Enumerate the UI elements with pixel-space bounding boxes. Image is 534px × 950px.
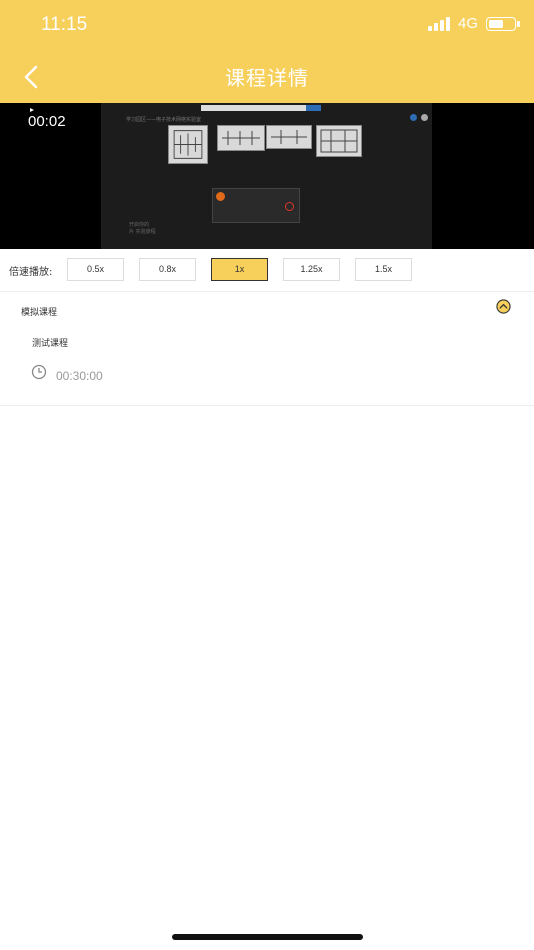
frame-thumbnail-4 bbox=[316, 125, 362, 157]
page-title: 课程详情 bbox=[225, 66, 309, 90]
home-indicator bbox=[172, 934, 363, 940]
status-time: 11:15 bbox=[41, 14, 88, 35]
frame-record-button bbox=[285, 202, 294, 211]
speed-option-0.5x[interactable]: 0.5x bbox=[67, 258, 124, 281]
frame-searchbar bbox=[201, 105, 321, 111]
collapse-button[interactable] bbox=[496, 299, 511, 314]
header-bar: 11:15 4G 课程详情 bbox=[0, 0, 534, 103]
network-type: 4G bbox=[457, 15, 478, 32]
speed-option-1.25x[interactable]: 1.25x bbox=[283, 258, 340, 281]
frame-recorder-window bbox=[212, 188, 300, 223]
frame-thumbnail-1 bbox=[168, 125, 208, 164]
video-frame: 学习园区——电子技术网络实验室 开启你的 片 实验旅程 bbox=[101, 103, 432, 249]
frame-badge-blue bbox=[410, 114, 417, 121]
signal-icon bbox=[427, 16, 450, 31]
chevron-up-circle-icon bbox=[496, 299, 511, 314]
video-player[interactable]: 00:02 学习园区——电子技术网络实验室 开启你的 片 实验旅程 bbox=[0, 103, 534, 249]
frame-recorder-logo bbox=[216, 192, 225, 201]
frame-heading: 学习园区——电子技术网络实验室 bbox=[126, 117, 202, 123]
frame-thumbnail-2 bbox=[217, 125, 265, 151]
course-section: 模拟课程 测试课程 00:30:00 bbox=[0, 291, 534, 406]
section-title: 模拟课程 bbox=[21, 308, 58, 318]
clock-icon bbox=[31, 364, 47, 380]
speed-option-0.8x[interactable]: 0.8x bbox=[139, 258, 196, 281]
frame-footer-caption: 开启你的 片 实验旅程 bbox=[129, 222, 156, 235]
speed-option-1x[interactable]: 1x bbox=[211, 258, 268, 281]
course-duration: 00:30:00 bbox=[56, 369, 103, 383]
speed-label: 倍速播放: bbox=[9, 267, 53, 278]
speed-option-1.5x[interactable]: 1.5x bbox=[355, 258, 412, 281]
speed-selector: 倍速播放: 0.5x 0.8x 1x 1.25x 1.5x bbox=[0, 249, 534, 292]
status-indicators: 4G bbox=[427, 15, 520, 32]
battery-icon bbox=[486, 16, 520, 31]
video-current-time: 00:02 bbox=[28, 113, 66, 130]
play-indicator-icon bbox=[30, 108, 34, 112]
frame-thumbnail-3 bbox=[266, 125, 312, 149]
frame-badge-gray bbox=[421, 114, 428, 121]
frame-search-button bbox=[306, 105, 321, 111]
course-item-name[interactable]: 测试课程 bbox=[32, 336, 68, 349]
